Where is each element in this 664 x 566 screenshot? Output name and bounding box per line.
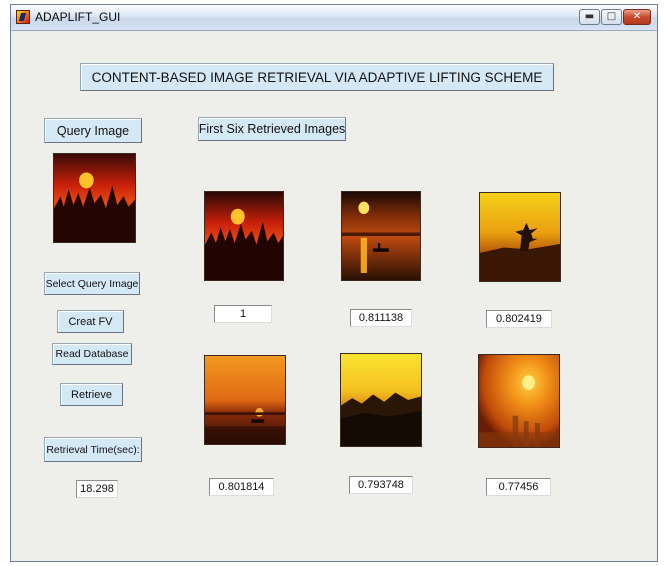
retrieved-image-1 [204,191,284,281]
app-title-banner: CONTENT-BASED IMAGE RETRIEVAL VIA ADAPTI… [80,63,554,91]
window-title: ADAPLIFT_GUI [35,10,121,24]
query-image [53,153,136,243]
retrieved-image-4 [204,355,286,445]
similarity-score-1[interactable]: 1 [214,305,272,323]
similarity-score-3[interactable]: 0.802419 [486,310,552,328]
close-icon: ✕ [632,11,642,22]
retrieved-image-5 [340,353,422,447]
maximize-button[interactable]: □ [601,9,622,25]
similarity-score-2[interactable]: 0.811138 [350,309,412,327]
minimize-button[interactable]: ▬ [579,9,600,25]
retrieved-image-2 [341,191,421,281]
matlab-app-icon [16,10,30,24]
retrieval-time-label: Retrieval Time(sec): [44,437,142,462]
close-button[interactable]: ✕ [623,9,651,25]
similarity-score-4[interactable]: 0.801814 [209,478,274,496]
read-database-button[interactable]: Read Database [52,343,132,365]
maximize-icon: □ [606,11,617,22]
title-bar[interactable]: ADAPLIFT_GUI ▬ □ ✕ [11,5,657,31]
retrieved-images-heading: First Six Retrieved Images [198,117,346,141]
retrieve-button[interactable]: Retrieve [60,383,123,406]
select-query-image-button[interactable]: Select Query Image [44,272,140,295]
similarity-score-5[interactable]: 0.793748 [349,476,413,494]
similarity-score-6[interactable]: 0.77456 [486,478,551,496]
retrieved-image-3 [479,192,561,282]
retrieved-image-6 [478,354,560,448]
query-image-button[interactable]: Query Image [44,118,142,143]
create-fv-button[interactable]: Creat FV [57,310,124,333]
minimize-icon: ▬ [584,11,595,22]
retrieval-time-field[interactable]: 18.298 [76,480,118,498]
